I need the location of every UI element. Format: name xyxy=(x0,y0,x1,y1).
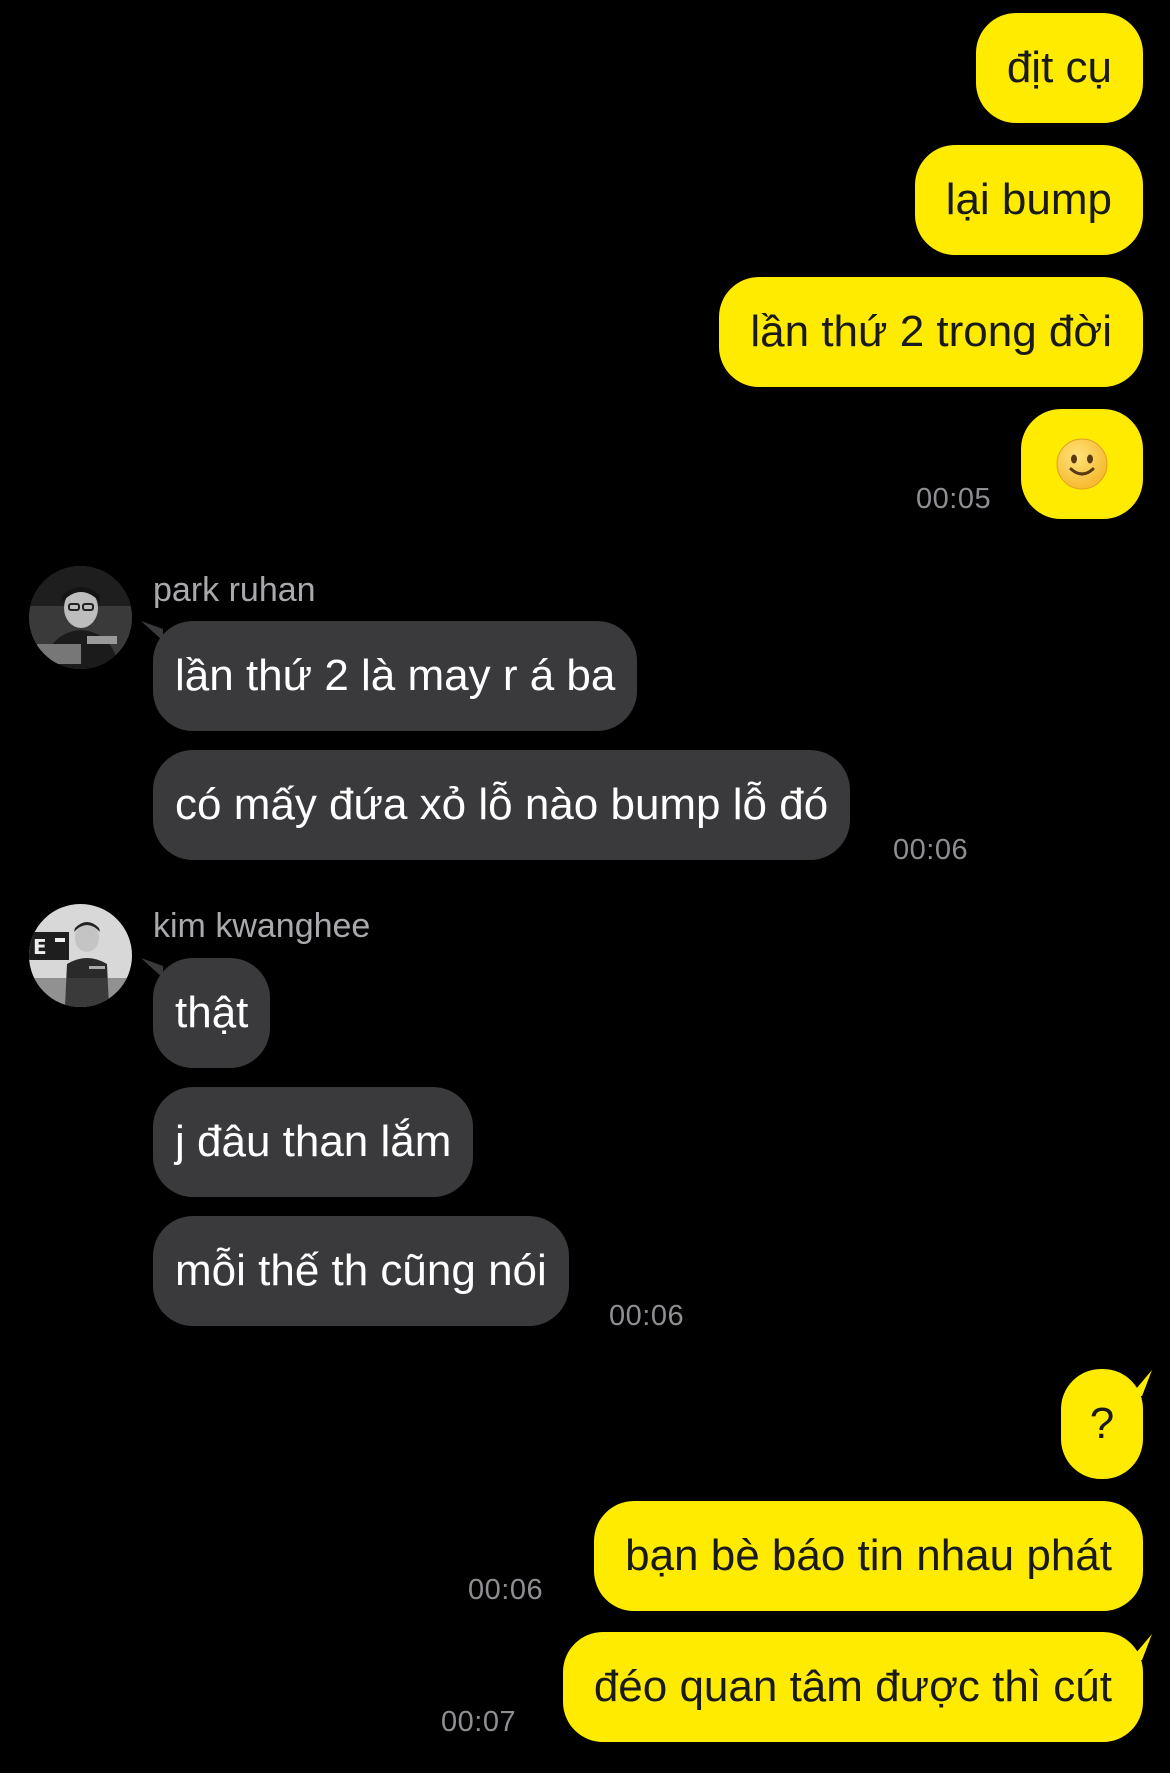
message-text: đéo quan tâm được thì cút xyxy=(593,1662,1112,1711)
message-text: có mấy đứa xỏ lỗ nào bump lỗ đó xyxy=(175,780,829,829)
message-bubble-outgoing[interactable]: địt cụ xyxy=(975,13,1143,123)
message-bubble-outgoing[interactable]: ? xyxy=(1061,1369,1143,1479)
sender-name: park ruhan xyxy=(153,571,316,609)
message-text: j đâu than lắm xyxy=(175,1117,452,1166)
message-timestamp: 00:07 xyxy=(441,1706,517,1738)
message-text: thật xyxy=(175,988,249,1037)
message-bubble-incoming[interactable]: mỗi thế th cũng nói xyxy=(153,1216,569,1326)
message-timestamp: 00:06 xyxy=(893,834,969,866)
avatar-photo-icon xyxy=(29,566,132,669)
message-timestamp: 00:06 xyxy=(609,1300,685,1332)
avatar[interactable] xyxy=(29,566,132,669)
slightly-smiling-face-icon xyxy=(1056,438,1108,490)
svg-text:E: E xyxy=(33,935,47,959)
message-timestamp: 00:06 xyxy=(468,1574,544,1606)
message-text: lần thứ 2 trong đời xyxy=(750,307,1112,356)
message-bubble-incoming[interactable]: có mấy đứa xỏ lỗ nào bump lỗ đó xyxy=(153,750,851,860)
message-bubble-outgoing[interactable]: bạn bè báo tin nhau phát xyxy=(594,1501,1143,1611)
message-text: mỗi thế th cũng nói xyxy=(175,1246,547,1295)
message-bubble-outgoing[interactable]: lại bump xyxy=(914,145,1143,255)
message-text: ? xyxy=(1089,1399,1115,1448)
avatar-photo-icon: E xyxy=(29,904,132,1007)
sender-name: kim kwanghee xyxy=(153,907,371,945)
message-text: lần thứ 2 là may r á ba xyxy=(175,651,616,700)
message-text: địt cụ xyxy=(1006,43,1112,92)
message-timestamp: 00:05 xyxy=(916,483,992,515)
message-bubble-outgoing[interactable]: đéo quan tâm được thì cút xyxy=(562,1632,1143,1742)
message-bubble-outgoing[interactable]: lần thứ 2 trong đời xyxy=(719,277,1143,387)
message-bubble-incoming[interactable]: lần thứ 2 là may r á ba xyxy=(153,621,638,731)
avatar[interactable]: E xyxy=(29,904,132,1007)
message-text: bạn bè báo tin nhau phát xyxy=(625,1531,1112,1580)
message-text: lại bump xyxy=(945,175,1112,224)
message-bubble-outgoing[interactable] xyxy=(1021,409,1143,519)
message-bubble-incoming[interactable]: j đâu than lắm xyxy=(153,1087,474,1197)
message-bubble-incoming[interactable]: thật xyxy=(153,958,271,1068)
